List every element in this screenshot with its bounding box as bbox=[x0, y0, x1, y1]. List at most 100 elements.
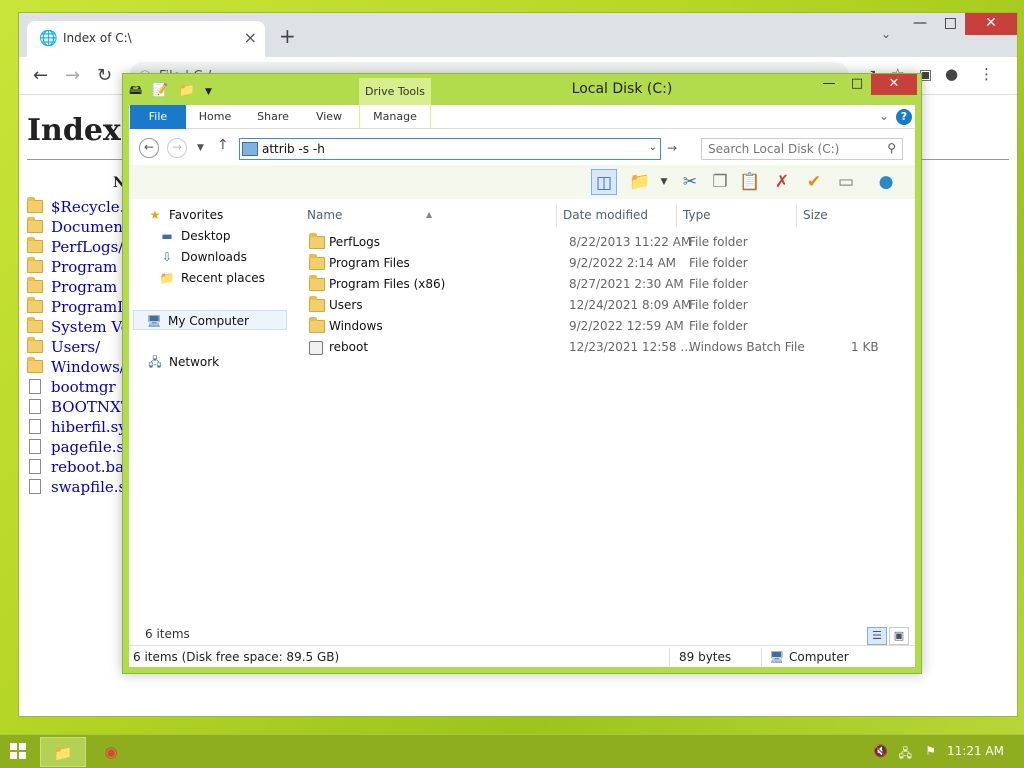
column-header-size[interactable]: Size bbox=[797, 203, 877, 227]
checkmark-icon[interactable]: ✔ bbox=[801, 169, 827, 195]
tab-home[interactable]: Home bbox=[191, 105, 239, 129]
folder-icon bbox=[309, 296, 325, 312]
go-icon[interactable]: → bbox=[667, 141, 677, 155]
tab-share[interactable]: Share bbox=[249, 105, 297, 129]
delete-icon[interactable]: ✗ bbox=[769, 169, 795, 195]
cut-icon[interactable]: ✂ bbox=[677, 169, 703, 195]
table-row[interactable]: PerfLogs 8/22/2013 11:22 AM File folder bbox=[301, 232, 921, 253]
column-header-type[interactable]: Type bbox=[677, 203, 797, 227]
column-header-date[interactable]: Date modified bbox=[557, 203, 677, 227]
listing-link[interactable]: PerfLogs/ bbox=[51, 238, 123, 256]
nav-my-computer[interactable]: 🖥 My Computer bbox=[133, 310, 287, 330]
listing-link[interactable]: BOOTNXT bbox=[51, 398, 131, 416]
menu-icon[interactable]: ⋮ bbox=[979, 65, 994, 83]
volume-muted-icon[interactable]: 🔇 bbox=[873, 744, 888, 758]
close-icon[interactable]: ✕ bbox=[871, 74, 917, 95]
column-header-name[interactable]: Name ▲ bbox=[301, 203, 557, 227]
chrome-tab-title: Index of C:\ bbox=[63, 31, 132, 45]
file-icon bbox=[29, 439, 41, 454]
up-icon[interactable]: ↑ bbox=[217, 137, 229, 153]
details-view-icon[interactable]: ☰ bbox=[867, 627, 887, 645]
chevron-down-icon[interactable]: ▼ bbox=[651, 169, 677, 195]
folder-options-icon[interactable]: 📁 bbox=[627, 169, 653, 195]
network-status-icon[interactable]: 🖧 bbox=[899, 744, 912, 765]
file-date: 12/23/2021 12:58 ... bbox=[569, 340, 692, 354]
close-tab-icon[interactable]: × bbox=[244, 28, 257, 47]
copy-icon[interactable]: ❐ bbox=[707, 169, 733, 195]
chevron-down-icon[interactable]: ⌄ bbox=[879, 109, 889, 123]
status-summary: 6 items (Disk free space: 89.5 GB) bbox=[133, 650, 340, 664]
table-row[interactable]: Program Files 9/2/2022 2:14 AM File fold… bbox=[301, 253, 921, 274]
table-row[interactable]: Program Files (x86) 8/27/2021 2:30 AM Fi… bbox=[301, 274, 921, 295]
table-row[interactable]: reboot 12/23/2021 12:58 ... Windows Batc… bbox=[301, 337, 921, 358]
minimize-icon[interactable]: — bbox=[913, 15, 927, 35]
search-box[interactable]: ⚲ bbox=[701, 138, 903, 160]
forward-icon[interactable]: → bbox=[167, 138, 187, 158]
address-row: ← → ▼ ↑ ⌄ → ⚲ bbox=[129, 129, 915, 165]
nav-favorites[interactable]: ★ Favorites bbox=[147, 205, 224, 225]
nav-desktop[interactable]: ▬ Desktop bbox=[159, 226, 231, 246]
folder-icon bbox=[27, 217, 43, 233]
search-input[interactable] bbox=[708, 141, 878, 157]
chevron-down-icon[interactable]: ⌄ bbox=[881, 27, 891, 41]
table-row[interactable]: Users 12/24/2021 8:09 AM File folder bbox=[301, 295, 921, 316]
listing-link[interactable]: bootmgr bbox=[51, 378, 116, 396]
divider bbox=[761, 648, 762, 666]
explorer-titlebar[interactable]: 🖴 📝 📁 ▼ Drive Tools Local Disk (C:) — □ … bbox=[123, 74, 921, 105]
rename-icon[interactable]: ▭ bbox=[833, 169, 859, 195]
large-icons-view-icon[interactable]: ▣ bbox=[889, 627, 909, 645]
downloads-icon: ⇩ bbox=[161, 250, 173, 264]
folder-icon bbox=[27, 357, 43, 373]
file-date: 9/2/2022 2:14 AM bbox=[569, 256, 677, 270]
chrome-tab[interactable]: 🌐 Index of C:\ × bbox=[27, 21, 265, 57]
back-icon[interactable]: ← bbox=[33, 65, 48, 86]
tab-file[interactable]: File bbox=[130, 105, 186, 129]
globe-icon[interactable]: ● bbox=[873, 169, 899, 195]
tab-view[interactable]: View bbox=[305, 105, 353, 129]
listing-link[interactable]: reboot.bat bbox=[51, 458, 130, 476]
listing-link[interactable]: Windows/ bbox=[51, 358, 125, 376]
recent-places-icon: 📁 bbox=[159, 271, 175, 285]
new-tab-icon[interactable]: + bbox=[279, 24, 296, 48]
reload-icon[interactable]: ↻ bbox=[97, 65, 112, 86]
back-icon[interactable]: ← bbox=[139, 138, 159, 158]
search-icon[interactable]: ⚲ bbox=[887, 141, 896, 155]
computer-icon: 🖥 bbox=[146, 314, 162, 328]
listing-link[interactable]: Users/ bbox=[51, 338, 100, 356]
batch-file-icon bbox=[309, 341, 323, 355]
nav-network[interactable]: 🖧 Network bbox=[147, 352, 219, 372]
chrome-close-icon[interactable]: ✕ bbox=[965, 13, 1017, 35]
table-row[interactable]: Windows 9/2/2022 12:59 AM File folder bbox=[301, 316, 921, 337]
windows-start-icon[interactable] bbox=[10, 743, 26, 759]
ribbon-tabs: File Home Share View Manage ⌄ ? bbox=[129, 105, 915, 129]
tab-manage[interactable]: Manage bbox=[359, 105, 431, 129]
maximize-icon[interactable]: □ bbox=[944, 15, 957, 35]
column-label: Name bbox=[307, 208, 343, 222]
recent-locations-icon[interactable]: ▼ bbox=[197, 143, 204, 153]
file-explorer-taskbar-icon[interactable]: 📁 bbox=[40, 737, 86, 767]
file-size: 1 KB bbox=[851, 340, 879, 354]
help-icon[interactable]: ? bbox=[896, 109, 912, 125]
file-icon bbox=[29, 459, 41, 474]
preview-pane-icon[interactable]: ◫ bbox=[591, 169, 617, 195]
address-input[interactable] bbox=[262, 140, 632, 158]
folder-icon bbox=[27, 297, 43, 313]
globe-icon: 🌐 bbox=[39, 29, 58, 47]
status-size: 89 bytes bbox=[679, 650, 732, 664]
nav-downloads[interactable]: ⇩ Downloads bbox=[159, 247, 247, 267]
maximize-icon[interactable]: □ bbox=[843, 74, 871, 95]
chrome-taskbar-icon[interactable]: ◉ bbox=[88, 737, 134, 767]
action-center-icon[interactable]: ⚑ bbox=[925, 744, 936, 758]
taskbar-clock[interactable]: 11:21 AM bbox=[947, 744, 1004, 758]
minimize-icon[interactable]: — bbox=[815, 74, 843, 95]
nav-recent-places[interactable]: 📁 Recent places bbox=[159, 268, 265, 288]
paste-icon[interactable]: 📋 bbox=[737, 169, 763, 195]
chevron-down-icon[interactable]: ⌄ bbox=[649, 142, 657, 153]
command-toolbar: ◫ 📁 ▼ ✂ ❐ 📋 ✗ ✔ ▭ ● bbox=[129, 165, 915, 199]
status-bar: 6 items (Disk free space: 89.5 GB) 89 by… bbox=[129, 645, 915, 667]
profile-icon[interactable]: ● bbox=[945, 65, 958, 83]
forward-icon[interactable]: → bbox=[65, 65, 80, 86]
address-bar[interactable]: ⌄ bbox=[239, 138, 661, 160]
file-name: reboot bbox=[329, 340, 369, 354]
nav-label: Desktop bbox=[181, 229, 231, 243]
